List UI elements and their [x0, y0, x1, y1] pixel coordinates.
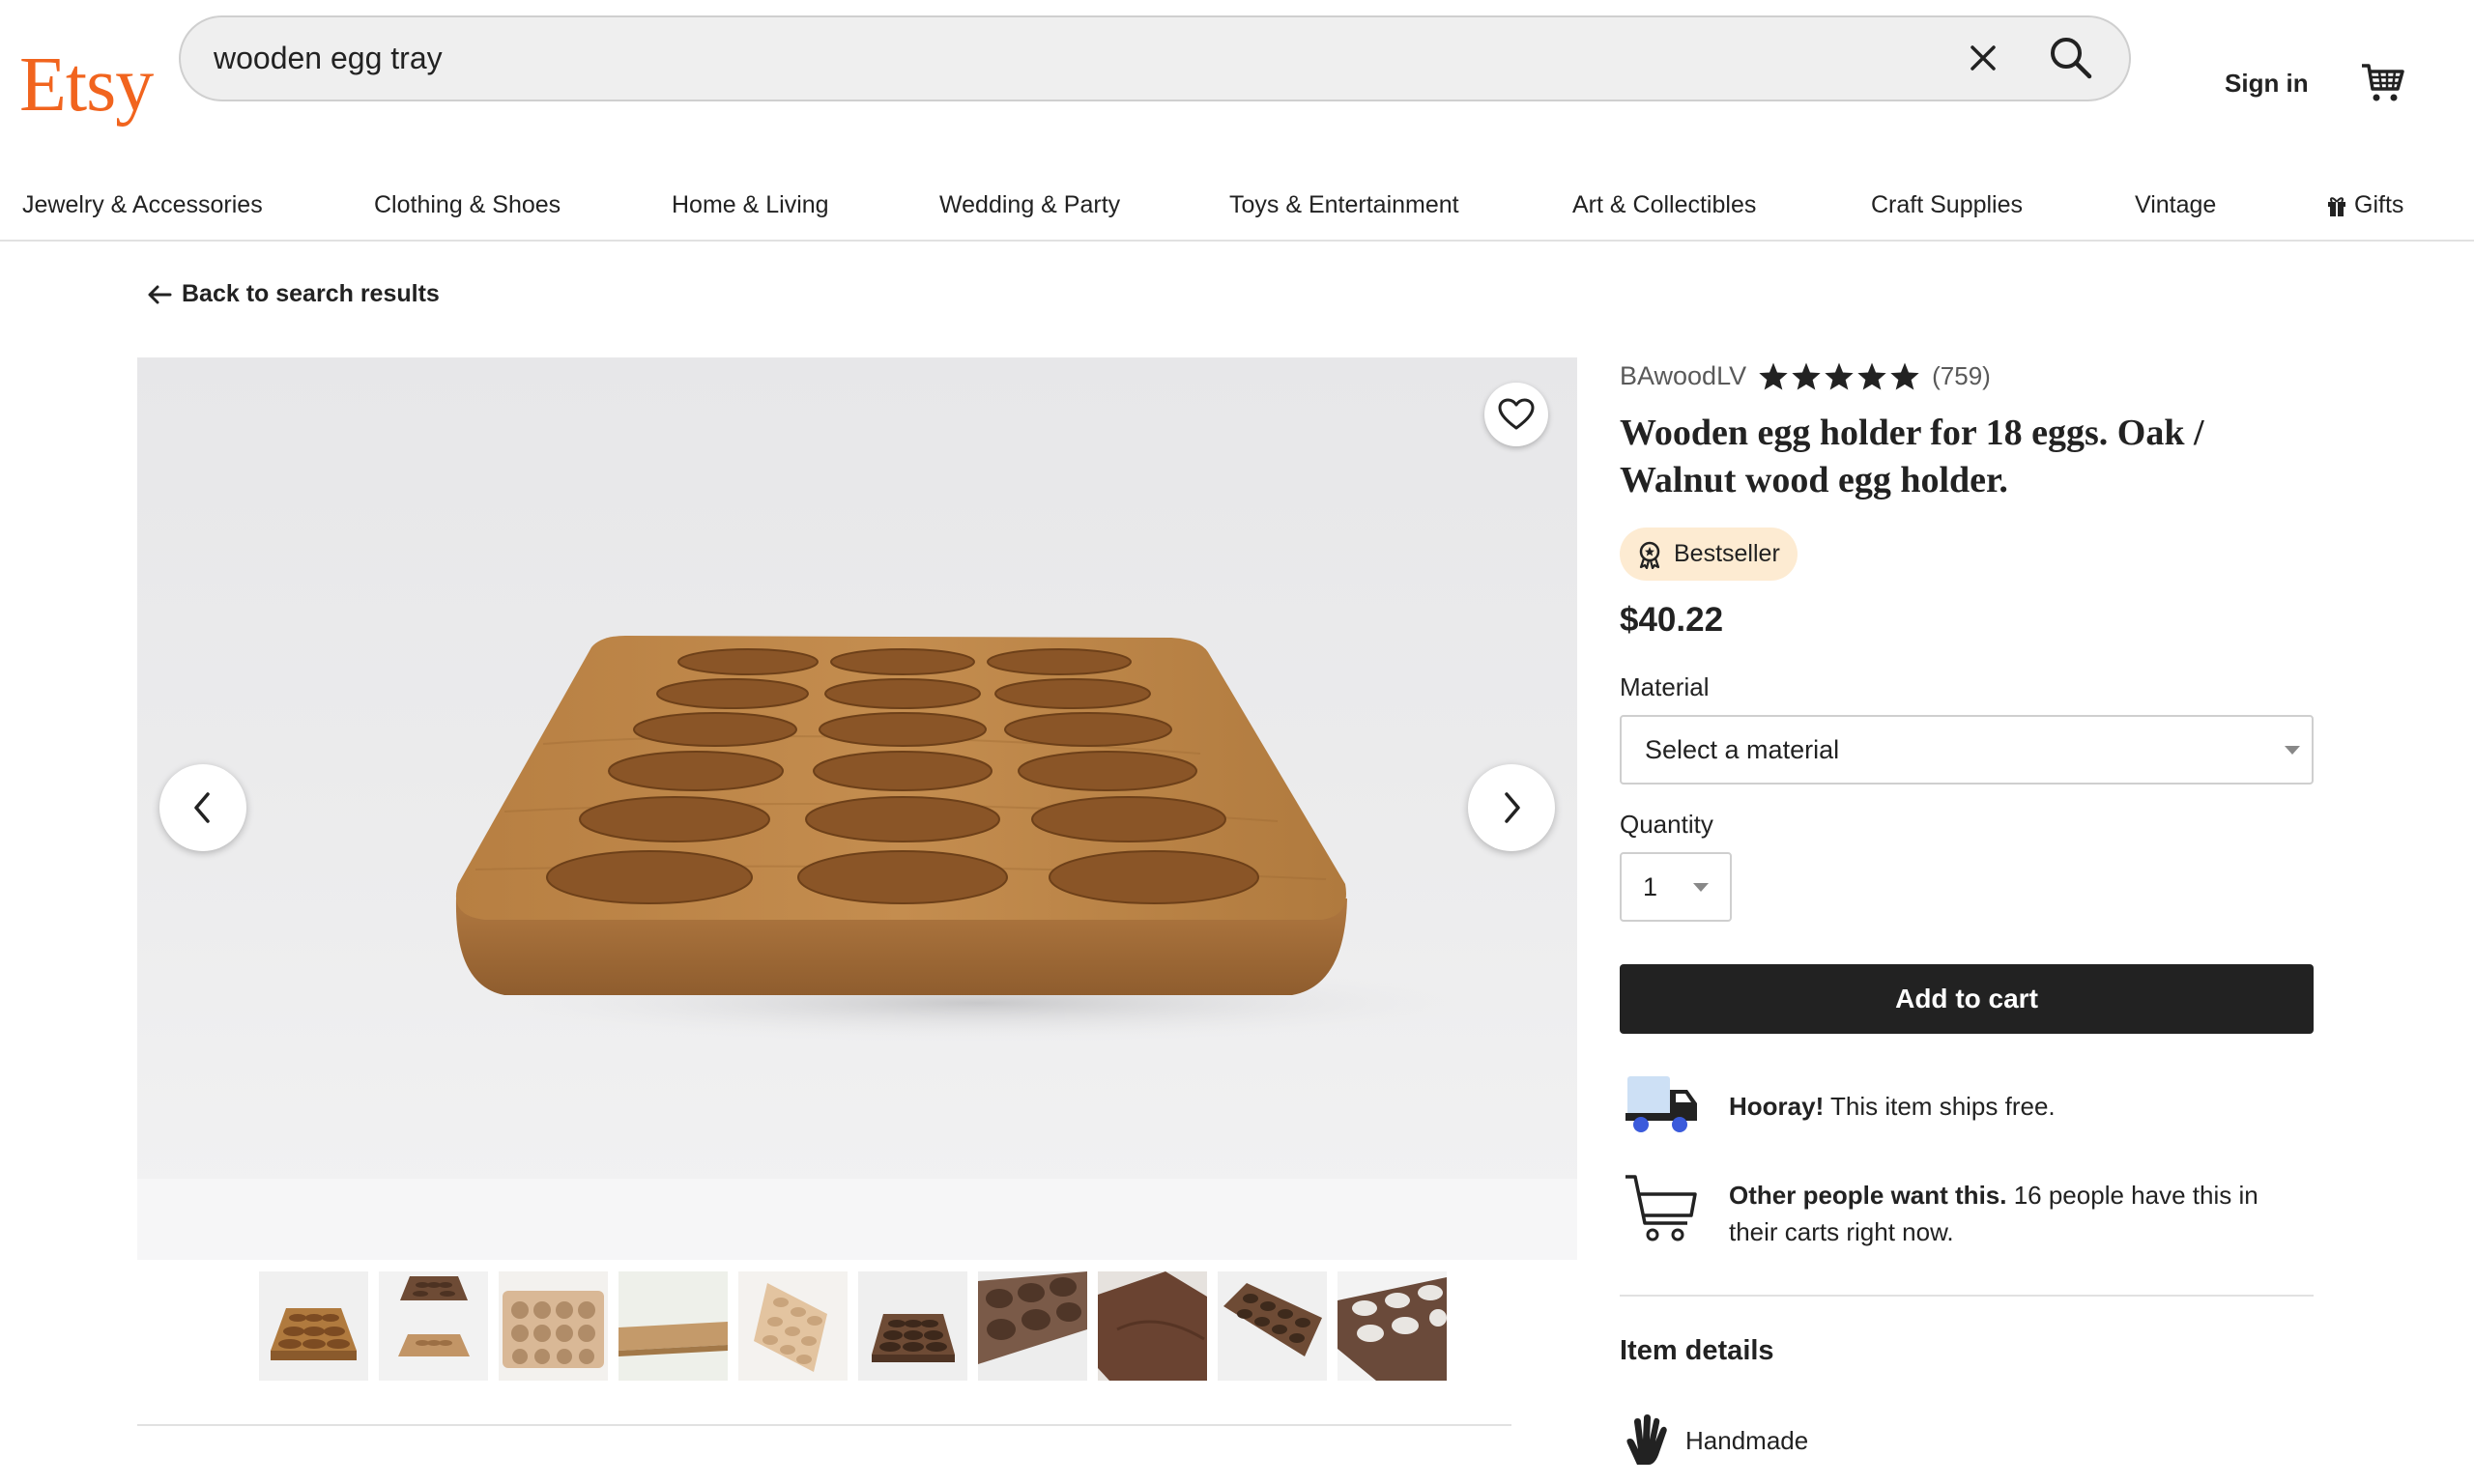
- thumbnail-5[interactable]: [738, 1271, 848, 1381]
- thumbnail-strip: [259, 1271, 1447, 1381]
- back-to-search-link[interactable]: Back to search results: [147, 280, 440, 308]
- search-bar[interactable]: wooden egg tray: [179, 15, 2131, 101]
- product-main-image: [137, 357, 1577, 1260]
- heart-icon: [1498, 398, 1535, 430]
- free-shipping-text: This item ships free.: [1824, 1092, 2056, 1121]
- thumbnail-9[interactable]: [1218, 1271, 1327, 1381]
- rating-count[interactable]: (759): [1932, 361, 1991, 391]
- arrow-left-icon: [148, 285, 172, 303]
- demand-bold: Other people want this.: [1729, 1181, 2007, 1210]
- listing-title: Wooden egg holder for 18 eggs. Oak / Wal…: [1620, 413, 2204, 500]
- bestseller-badge: Bestseller: [1620, 528, 1798, 581]
- favorite-button[interactable]: [1484, 383, 1548, 446]
- left-divider: [137, 1424, 1511, 1426]
- next-image-button[interactable]: [1468, 764, 1555, 851]
- nav-art-collectibles[interactable]: Art & Collectibles: [1572, 191, 1756, 219]
- nav-gifts-label: Gifts: [2354, 191, 2404, 218]
- thumbnail-8[interactable]: [1098, 1271, 1207, 1381]
- star-icon: [1890, 362, 1919, 390]
- star-icon: [1857, 362, 1886, 390]
- search-input[interactable]: wooden egg tray: [214, 17, 443, 100]
- material-select-value: Select a material: [1645, 735, 1840, 764]
- nav-toys-entertainment[interactable]: Toys & Entertainment: [1229, 191, 1459, 219]
- quantity-select-value: 1: [1643, 872, 1658, 901]
- clear-icon[interactable]: [1964, 39, 2002, 77]
- nav-wedding-party[interactable]: Wedding & Party: [939, 191, 1120, 219]
- demand-message: Other people want this. 16 people have t…: [1729, 1177, 2309, 1250]
- star-icon: [1825, 362, 1854, 390]
- thumbnail-4[interactable]: [618, 1271, 728, 1381]
- star-icon: [1759, 362, 1788, 390]
- handmade-row: Handmade: [1624, 1414, 1808, 1467]
- nav-craft-supplies[interactable]: Craft Supplies: [1871, 191, 2023, 219]
- thumbnail-10[interactable]: [1338, 1271, 1447, 1381]
- shop-info: BAwoodLV (759): [1620, 361, 1991, 391]
- shop-name-link[interactable]: BAwoodLV: [1620, 361, 1746, 391]
- quantity-select[interactable]: 1: [1620, 852, 1732, 922]
- shopping-cart-outline-icon: [1625, 1175, 1697, 1241]
- chevron-down-icon: [1693, 883, 1709, 892]
- quantity-label: Quantity: [1620, 810, 1713, 839]
- sign-in-link[interactable]: Sign in: [2225, 69, 2309, 99]
- material-select[interactable]: Select a material: [1620, 715, 2314, 785]
- bestseller-badge-icon: [1639, 541, 1660, 569]
- cart-icon[interactable]: [2360, 60, 2406, 106]
- thumbnail-2[interactable]: [379, 1271, 488, 1381]
- material-label: Material: [1620, 672, 1710, 701]
- item-details-heading[interactable]: Item details: [1620, 1335, 1774, 1367]
- nav-home-living[interactable]: Home & Living: [672, 191, 829, 219]
- nav-jewelry-accessories[interactable]: Jewelry & Accessories: [22, 191, 263, 219]
- truck-icon: [1625, 1076, 1697, 1132]
- category-nav: Jewelry & Accessories Clothing & Shoes H…: [0, 174, 2474, 242]
- gift-icon: [2328, 196, 2345, 216]
- nav-gifts[interactable]: Gifts: [2327, 191, 2403, 219]
- handmade-label: Handmade: [1685, 1425, 1809, 1455]
- hand-icon: [1626, 1414, 1667, 1465]
- nav-clothing-shoes[interactable]: Clothing & Shoes: [374, 191, 561, 219]
- thumbnail-7[interactable]: [978, 1271, 1087, 1381]
- free-shipping-bold: Hooray!: [1729, 1092, 1825, 1121]
- search-icon[interactable]: [2046, 33, 2096, 83]
- back-link-label: Back to search results: [182, 280, 440, 307]
- chevron-down-icon: [2285, 746, 2300, 755]
- etsy-logo[interactable]: Etsy: [19, 37, 154, 133]
- free-shipping-message: Hooray! This item ships free.: [1729, 1088, 2056, 1125]
- egg-tray-picture: [455, 636, 1482, 1042]
- right-divider: [1620, 1295, 2314, 1297]
- nav-vintage[interactable]: Vintage: [2135, 191, 2216, 219]
- thumbnail-6[interactable]: [858, 1271, 967, 1381]
- bestseller-label: Bestseller: [1674, 540, 1780, 567]
- thumbnail-3[interactable]: [499, 1271, 608, 1381]
- add-to-cart-button[interactable]: Add to cart: [1620, 964, 2314, 1034]
- chevron-right-icon: [1505, 792, 1520, 823]
- price: $40.22: [1620, 601, 1724, 639]
- prev-image-button[interactable]: [159, 764, 246, 851]
- thumbnail-1[interactable]: [259, 1271, 368, 1381]
- star-icon: [1792, 362, 1821, 390]
- chevron-left-icon: [194, 792, 210, 823]
- rating-stars: [1758, 361, 1920, 391]
